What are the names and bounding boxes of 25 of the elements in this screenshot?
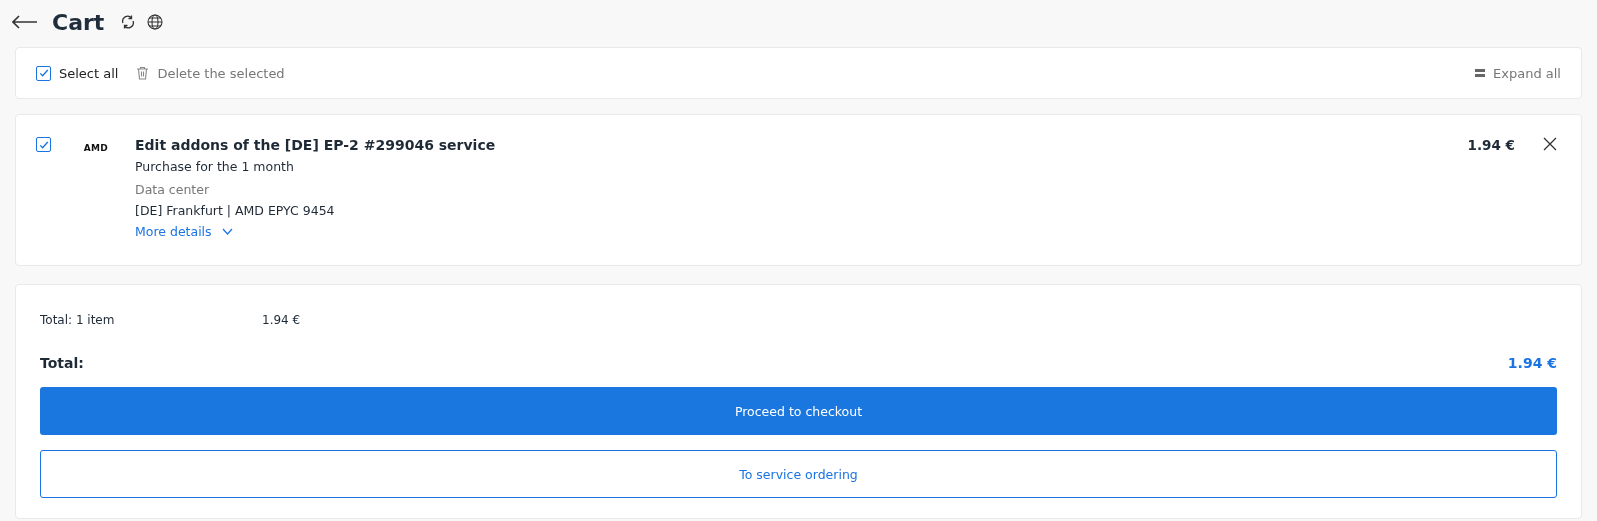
service-ordering-button[interactable]: To service ordering xyxy=(40,450,1557,498)
total-label: Total: xyxy=(40,355,84,371)
more-details-link[interactable]: More details xyxy=(135,224,233,239)
item-title: Edit addons of the [DE] EP-2 #299046 service xyxy=(135,137,497,153)
select-all-label[interactable]: Select all xyxy=(59,65,119,81)
expand-icon xyxy=(1475,68,1486,78)
detail-label: Data center xyxy=(135,182,211,197)
item-period: Purchase for the 1 month xyxy=(135,159,295,174)
trash-icon xyxy=(136,66,150,80)
checkout-button[interactable]: Proceed to checkout xyxy=(40,387,1557,435)
globe-icon[interactable] xyxy=(146,13,165,31)
expand-all-button[interactable]: Expand all xyxy=(1475,65,1561,81)
checkbox[interactable] xyxy=(36,137,51,152)
total-value: 1.94 € xyxy=(1507,355,1557,371)
checkbox[interactable] xyxy=(36,65,51,81)
detail-value: [DE] Frankfurt | AMD EPYC 9454 xyxy=(135,203,336,218)
item-price: 1.94 € xyxy=(1467,137,1515,153)
back-arrow-icon[interactable] xyxy=(12,15,38,29)
refresh-icon[interactable] xyxy=(120,14,137,30)
item-count-label: Total: 1 item xyxy=(40,313,116,327)
item-count-value: 1.94 € xyxy=(262,313,301,327)
page-title: Cart xyxy=(52,9,105,35)
chevron-icon xyxy=(221,228,233,235)
delete-selected-button[interactable]: Delete the selected xyxy=(136,65,285,81)
brand-logo: AMD xyxy=(82,143,110,153)
